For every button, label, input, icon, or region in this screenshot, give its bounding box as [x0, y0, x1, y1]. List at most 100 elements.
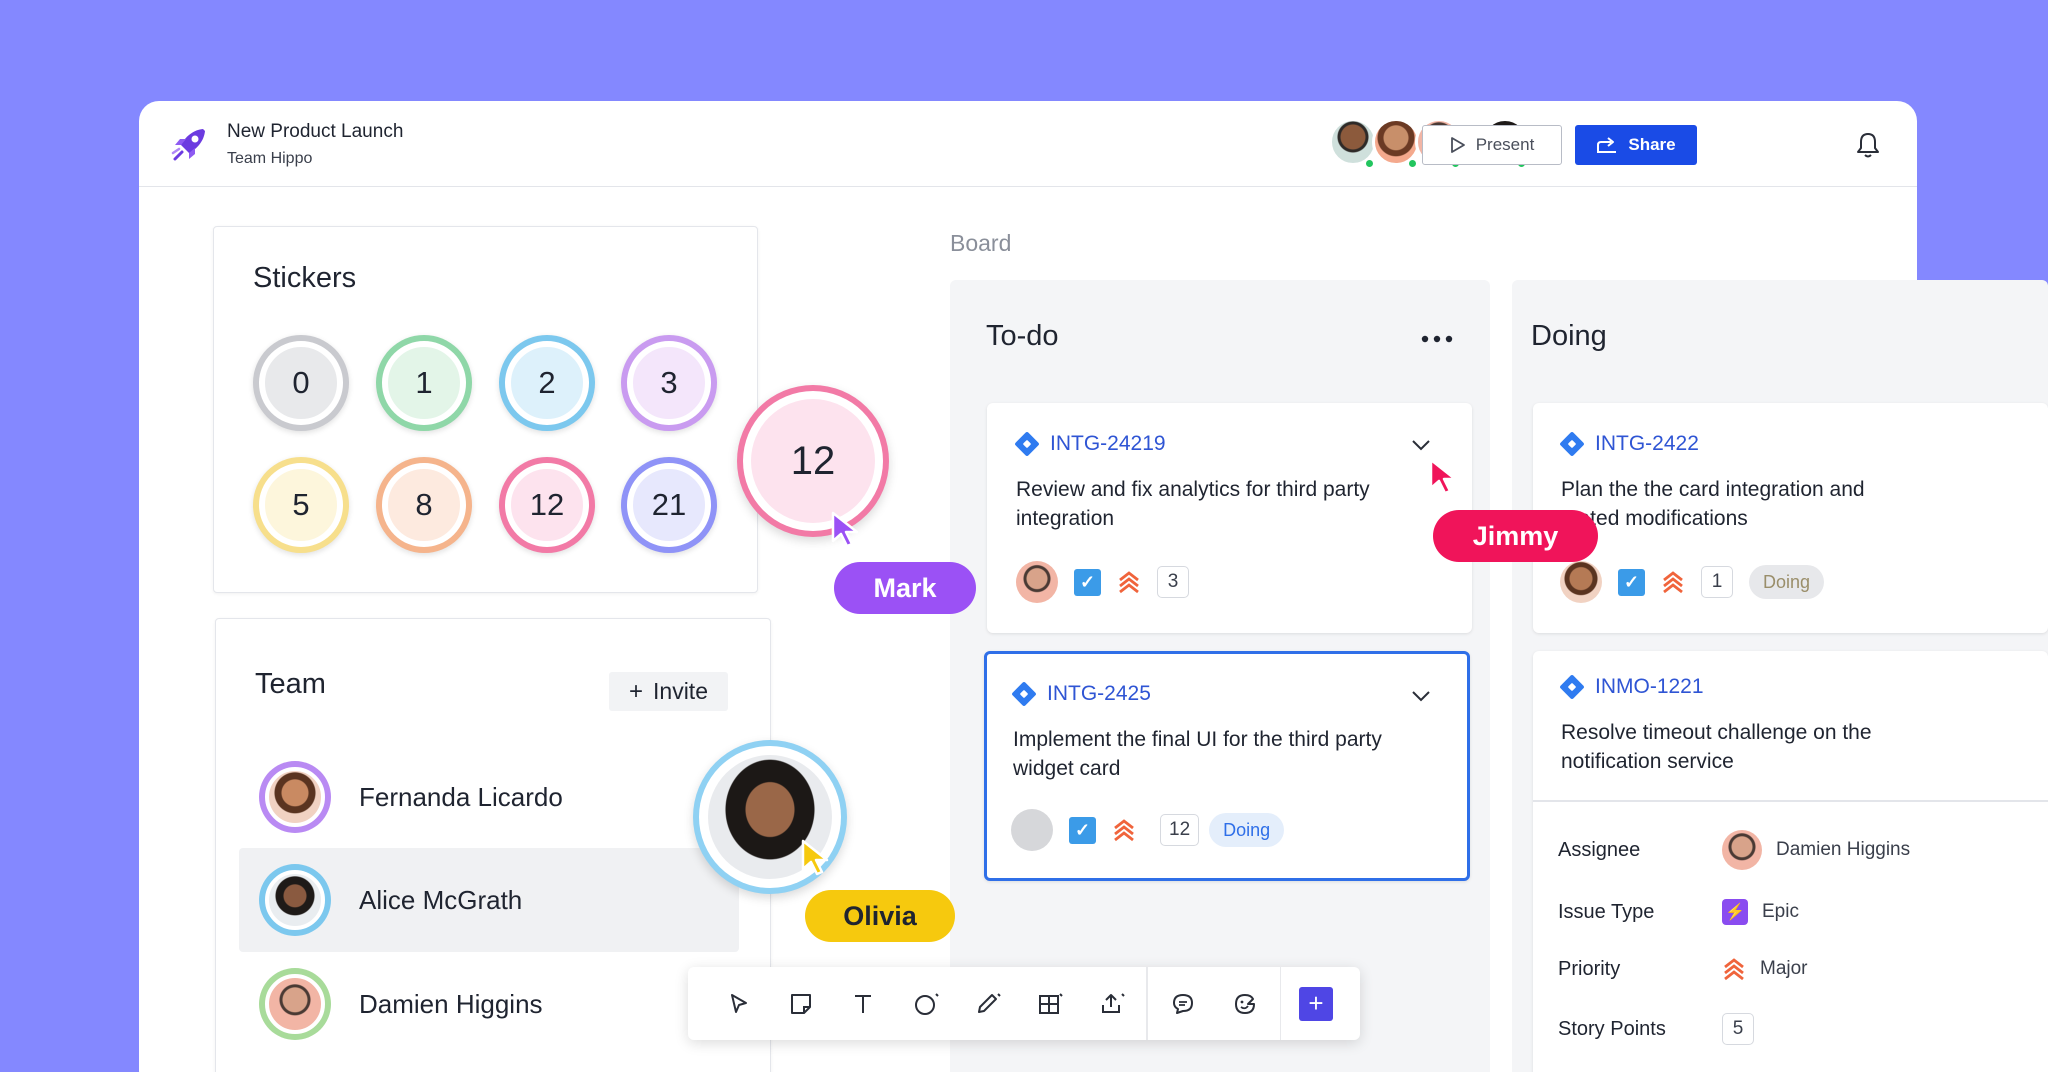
bell-icon[interactable]	[1855, 131, 1881, 159]
issue-meta: ✓ 3	[1016, 561, 1189, 603]
sticker-value: 2	[505, 341, 589, 425]
sticker-12[interactable]: 12	[499, 457, 595, 553]
issue-summary: Resolve timeout challenge on the notific…	[1561, 721, 1872, 773]
avatar	[1560, 561, 1602, 603]
sticker-value: 1	[382, 341, 466, 425]
checkbox-icon: ✓	[1074, 568, 1101, 596]
issue-card[interactable]: INTG-24219 Review and fix analytics for …	[987, 403, 1472, 633]
sticker-0[interactable]: 0	[253, 335, 349, 431]
assignee-value: Damien Higgins	[1776, 839, 1911, 860]
select-tool[interactable]	[708, 967, 770, 1040]
share-button[interactable]: Share	[1575, 125, 1697, 165]
checkbox-icon: ✓	[1618, 568, 1645, 596]
plus-icon: +	[629, 677, 644, 705]
sticker-value: 0	[259, 341, 343, 425]
present-button[interactable]: Present	[1422, 125, 1562, 165]
issue-id[interactable]: INMO-1221	[1559, 674, 1704, 700]
issue-type-icon	[1559, 431, 1585, 457]
sticker-tool[interactable]	[1214, 967, 1276, 1040]
issue-meta: ✓ 12 Doing	[1011, 809, 1285, 851]
share-icon	[1597, 137, 1617, 153]
present-label: Present	[1475, 135, 1535, 154]
pen-tool[interactable]	[956, 967, 1018, 1040]
sticker-value: 21	[627, 463, 711, 547]
issue-id-text: INTG-2425	[1047, 682, 1151, 705]
jimmy-cursor-icon	[1429, 458, 1457, 495]
add-tool[interactable]: +	[1285, 967, 1347, 1040]
circle-shape-icon	[915, 992, 939, 1015]
team-member-row[interactable]: Fernanda Licardo	[239, 745, 739, 849]
sticker-8[interactable]: 8	[376, 457, 472, 553]
team-member-name: Alice McGrath	[359, 884, 523, 915]
table-tool[interactable]	[1018, 967, 1080, 1040]
epic-icon: ⚡	[1722, 899, 1748, 925]
team-title: Team	[255, 668, 326, 700]
team-member-row[interactable]: Alice McGrath	[239, 848, 739, 952]
team-member-name: Fernanda Licardo	[359, 781, 563, 812]
sticker-value: 12	[505, 463, 589, 547]
sticker-2[interactable]: 2	[499, 335, 595, 431]
sticker-value: 3	[627, 341, 711, 425]
issue-type-icon	[1014, 431, 1040, 457]
priority-major-icon	[1724, 958, 1744, 981]
issue-id[interactable]: INTG-2422	[1559, 431, 1699, 457]
olivia-cursor-icon	[801, 839, 829, 876]
sticker-value: 8	[382, 463, 466, 547]
text-tool[interactable]	[832, 967, 894, 1040]
priority-major-icon	[1114, 819, 1134, 842]
invite-button[interactable]: + Invite	[609, 672, 728, 711]
chevron-down-icon[interactable]	[1411, 439, 1431, 451]
issue-type-value: Epic	[1762, 901, 1799, 922]
rocket-logo-icon	[171, 129, 205, 161]
sticker-3[interactable]: 3	[621, 335, 717, 431]
issue-type-label: Issue Type	[1558, 900, 1655, 923]
priority-row[interactable]: Priority Major	[1558, 956, 1808, 982]
column-title: To-do	[986, 320, 1059, 352]
sticker-value: 5	[259, 463, 343, 547]
plus-icon: +	[1299, 986, 1333, 1021]
sticker-21[interactable]: 21	[621, 457, 717, 553]
divider	[1533, 800, 2048, 802]
comment-tool[interactable]	[1152, 967, 1214, 1040]
project-title[interactable]: New Product Launch	[227, 121, 403, 143]
issue-card[interactable]: INTG-2422 Plan the the card integration …	[1533, 403, 2048, 633]
share-label: Share	[1628, 135, 1676, 154]
issue-card[interactable]: INTG-2425 Implement the final UI for the…	[984, 651, 1470, 881]
unassigned-avatar	[1011, 809, 1053, 851]
stickers-title: Stickers	[253, 262, 357, 294]
invite-label: Invite	[653, 678, 708, 704]
play-icon	[1450, 137, 1465, 153]
issue-summary: Plan the the card integration and ...ate…	[1561, 478, 1865, 530]
issue-id[interactable]: INTG-2425	[1011, 681, 1151, 707]
avatar	[259, 761, 331, 833]
issue-id-text: INTG-2422	[1595, 432, 1699, 455]
assignee-row[interactable]: Assignee Damien Higgins	[1558, 830, 1910, 870]
team-member-name: Damien Higgins	[359, 988, 543, 1019]
story-points-label: Story Points	[1558, 1017, 1666, 1040]
online-indicator	[1407, 158, 1418, 169]
more-options-icon[interactable]	[1420, 334, 1454, 344]
priority-major-icon	[1119, 571, 1139, 594]
priority-major-icon	[1663, 571, 1683, 594]
chevron-down-icon[interactable]	[1411, 690, 1431, 702]
sticker-1[interactable]: 1	[376, 335, 472, 431]
issue-type-row[interactable]: Issue Type ⚡ Epic	[1558, 899, 1799, 925]
issue-id[interactable]: INTG-24219	[1014, 431, 1166, 457]
story-points-row[interactable]: Story Points 5	[1558, 1013, 1754, 1045]
issue-summary: Implement the final UI for the third par…	[1013, 728, 1382, 780]
toolbar-divider	[1146, 967, 1148, 1040]
jimmy-cursor-label: Jimmy	[1433, 510, 1598, 562]
sticky-note-tool[interactable]	[770, 967, 832, 1040]
comment-icon	[1172, 993, 1193, 1014]
issue-type-icon	[1559, 674, 1585, 700]
upload-tool[interactable]	[1080, 967, 1142, 1040]
board-label: Board	[950, 230, 1012, 256]
sticker-5[interactable]: 5	[253, 457, 349, 553]
issue-summary: Review and fix analytics for third party…	[1016, 478, 1370, 530]
story-points-badge: 12	[1160, 814, 1200, 846]
shape-tool[interactable]	[894, 967, 956, 1040]
team-member-row[interactable]: Damien Higgins	[239, 952, 739, 1056]
canvas-toolbar: +	[688, 967, 1360, 1040]
floating-sticker-12[interactable]: 12	[737, 385, 889, 537]
mark-cursor-label: Mark	[834, 562, 976, 614]
